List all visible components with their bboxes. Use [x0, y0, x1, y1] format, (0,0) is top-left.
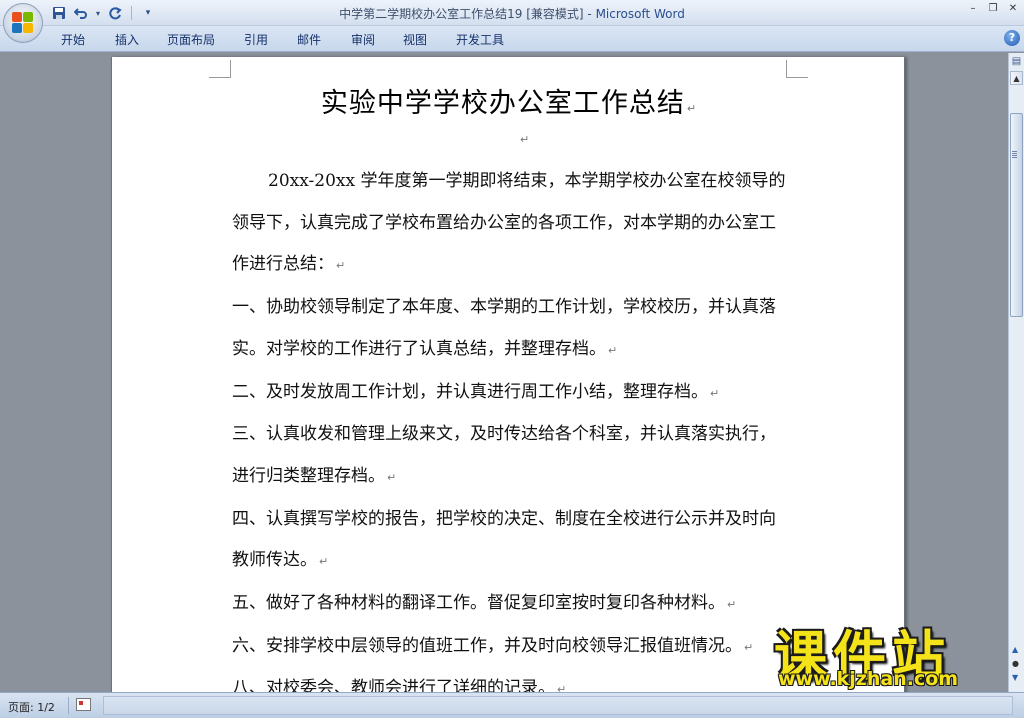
- body-paragraph: 四、认真撰写学校的报告，把学校的决定、制度在全校进行公示并及时向教师传达。 ↵: [232, 499, 788, 583]
- body-paragraph: 三、认真收发和管理上级来文，及时传达给各个科室，并认真落实执行，进行归类整理存档…: [232, 414, 788, 498]
- paragraph-text: 四、认真撰写学校的报告，把学校的决定、制度在全校进行公示并及时向教师传达。: [232, 508, 776, 571]
- paragraph-mark: ↵: [710, 386, 720, 400]
- tab-view[interactable]: 视图: [403, 31, 427, 48]
- title-bar: ▾ ▾ 中学第二学期校办公室工作总结19 [兼容模式] - Microsoft …: [0, 0, 1024, 26]
- document-area: 实验中学学校办公室工作总结 ↵ ↵ 20xx-20xx 学年度第一学期即将结束，本…: [0, 53, 1008, 692]
- office-logo-icon: [12, 12, 34, 34]
- body-paragraph: 八、对校委会、教师会进行了详细的记录。 ↵: [232, 668, 788, 692]
- help-icon[interactable]: ?: [1004, 30, 1020, 46]
- vertical-scrollbar[interactable]: ▤ ▲ ▲ ● ▼: [1008, 53, 1024, 692]
- ruler-toggle-icon[interactable]: ▤: [1010, 56, 1023, 69]
- document-name: 中学第二学期校办公室工作总结19 [兼容模式] -: [339, 7, 596, 21]
- ribbon-tabs: 开始 插入 页面布局 引用 邮件 审阅 视图 开发工具: [0, 26, 1024, 52]
- status-bar-area: [103, 696, 1013, 715]
- status-bar: 页面: 1/2: [0, 692, 1024, 718]
- watermark-url: www.kjzhan.com: [778, 668, 959, 690]
- scroll-thumb[interactable]: [1010, 113, 1023, 317]
- app-name: Microsoft Word: [595, 7, 685, 21]
- window-controls: – ❐ ✕: [964, 2, 1022, 16]
- body-paragraph: 一、协助校领导制定了本年度、本学期的工作计划，学校校历，并认真落实。对学校的工作…: [232, 287, 788, 371]
- previous-page-icon[interactable]: ▲: [1012, 645, 1018, 654]
- next-page-icon[interactable]: ▼: [1012, 673, 1018, 682]
- tab-review[interactable]: 审阅: [351, 31, 375, 48]
- status-separator: [68, 697, 69, 714]
- tab-page-layout[interactable]: 页面布局: [167, 31, 215, 48]
- body-paragraph: 二、及时发放周工作计划，并认真进行周工作小结，整理存档。 ↵: [232, 372, 788, 415]
- body-paragraph: 五、做好了各种材料的翻译工作。督促复印室按时复印各种材料。 ↵: [232, 583, 788, 626]
- office-button[interactable]: [3, 3, 43, 43]
- paragraph-mark: ↵: [686, 102, 698, 115]
- paragraph-text: 20xx-20xx 学年度第一学期即将结束，本学期学校办公室在校领导的领导下，认…: [232, 171, 786, 275]
- select-browse-object-icon[interactable]: ●: [1012, 659, 1019, 668]
- margin-corner-mark: [209, 60, 231, 78]
- restore-button[interactable]: ❐: [984, 2, 1002, 16]
- page-count[interactable]: 页面: 1/2: [8, 699, 55, 715]
- minimize-button[interactable]: –: [964, 2, 982, 16]
- close-button[interactable]: ✕: [1004, 2, 1022, 16]
- paragraph-mark: ↵: [387, 470, 397, 484]
- paragraph-text: 五、做好了各种材料的翻译工作。督促复印室按时复印各种材料。: [232, 593, 725, 614]
- paragraph-text: 八、对校委会、教师会进行了详细的记录。: [232, 678, 555, 692]
- paragraph-mark: ↵: [319, 555, 329, 569]
- document-page[interactable]: 实验中学学校办公室工作总结 ↵ ↵ 20xx-20xx 学年度第一学期即将结束，本…: [111, 57, 905, 692]
- tab-home[interactable]: 开始: [61, 31, 85, 48]
- tab-developer[interactable]: 开发工具: [456, 31, 504, 48]
- paragraph-text: 三、认真收发和管理上级来文，及时传达给各个科室，并认真落实执行，进行归类整理存档…: [232, 424, 776, 486]
- paragraph-text: 六、安排学校中层领导的值班工作，并及时向校领导汇报值班情况。: [232, 635, 742, 656]
- paragraph-text: 二、及时发放周工作计划，并认真进行周工作小结，整理存档。: [232, 381, 708, 402]
- paragraph-mark: ↵: [336, 259, 346, 273]
- proofing-icon[interactable]: [76, 698, 91, 711]
- scroll-grip-icon: [1012, 151, 1017, 152]
- document-title-text: 实验中学学校办公室工作总结: [320, 88, 685, 119]
- paragraph-mark: ↵: [744, 640, 754, 654]
- paragraph-mark: ↵: [520, 133, 530, 146]
- scroll-up-button[interactable]: ▲: [1010, 71, 1023, 85]
- paragraph-text: 一、协助校领导制定了本年度、本学期的工作计划，学校校历，并认真落实。对学校的工作…: [232, 297, 776, 359]
- paragraph-mark: ↵: [608, 343, 618, 357]
- body-paragraph: 六、安排学校中层领导的值班工作，并及时向校领导汇报值班情况。 ↵: [232, 626, 788, 669]
- paragraph-mark: ↵: [727, 598, 737, 612]
- tab-insert[interactable]: 插入: [115, 31, 139, 48]
- tab-mailings[interactable]: 邮件: [297, 31, 321, 48]
- window-title: 中学第二学期校办公室工作总结19 [兼容模式] - Microsoft Word: [0, 5, 1024, 22]
- tab-references[interactable]: 引用: [244, 31, 268, 48]
- document-body: 20xx-20xx 学年度第一学期即将结束，本学期学校办公室在校领导的领导下，认…: [232, 161, 788, 692]
- watermark-logo: 课件站 www.kjzhan.com: [770, 614, 1010, 692]
- document-title: 实验中学学校办公室工作总结 ↵: [112, 81, 906, 120]
- paragraph-mark: ↵: [557, 683, 567, 692]
- margin-corner-mark: [786, 60, 808, 78]
- body-paragraph: 20xx-20xx 学年度第一学期即将结束，本学期学校办公室在校领导的领导下，认…: [232, 161, 788, 287]
